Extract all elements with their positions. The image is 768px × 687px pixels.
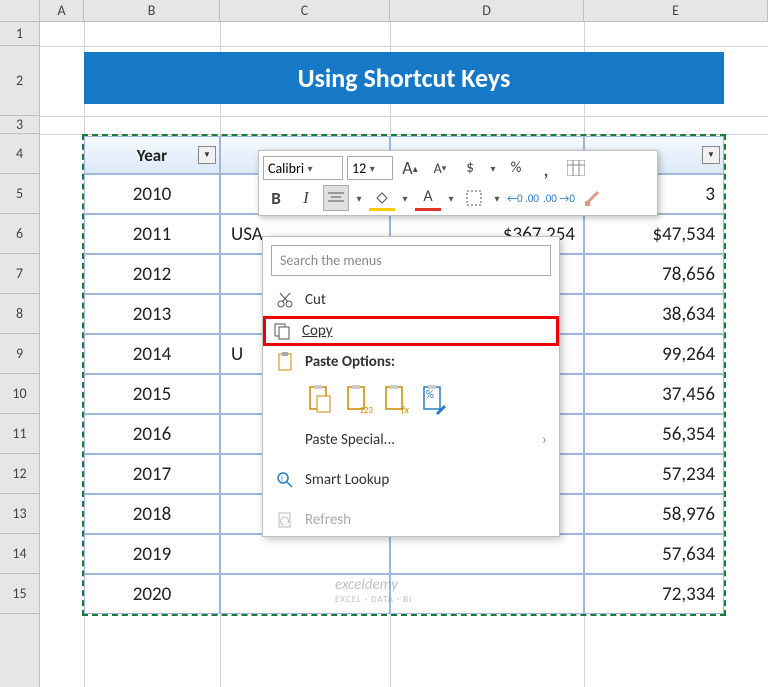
- select-all-corner[interactable]: [0, 0, 40, 21]
- align-icon: [328, 191, 344, 205]
- row-header-5[interactable]: 5: [0, 174, 39, 214]
- cell-e[interactable]: 57,234: [584, 454, 724, 494]
- watermark: exceldemy EXCEL · DATA · BI: [335, 576, 412, 605]
- cell-year[interactable]: 2013: [84, 294, 220, 334]
- paste-formulas-icon[interactable]: fx: [381, 382, 411, 416]
- menu-search-input[interactable]: Search the menus: [271, 245, 551, 276]
- row-header-15[interactable]: 15: [0, 574, 39, 614]
- cell-year[interactable]: 2018: [84, 494, 220, 534]
- format-painter-button[interactable]: [579, 185, 605, 211]
- row-header-13[interactable]: 13: [0, 494, 39, 534]
- paste-default-icon[interactable]: [305, 382, 335, 416]
- row-header-12[interactable]: 12: [0, 454, 39, 494]
- increase-font-icon[interactable]: A▴: [397, 155, 423, 181]
- menu-item-paste-special[interactable]: Paste Special... ›: [263, 424, 559, 456]
- menu-paste-options-label: Paste Options:: [263, 346, 559, 378]
- cell-e[interactable]: 72,334: [584, 574, 724, 614]
- increase-decimal-button[interactable]: ←0 .00: [507, 185, 539, 211]
- italic-button[interactable]: I: [293, 185, 319, 211]
- scissors-icon: [275, 290, 295, 310]
- percent-format-button[interactable]: %: [503, 155, 529, 181]
- row-header-8[interactable]: 8: [0, 294, 39, 334]
- decrease-decimal-button[interactable]: .00 →0: [543, 185, 575, 211]
- row-header-4[interactable]: 4: [0, 134, 39, 174]
- font-name-select[interactable]: Calibri▾: [263, 156, 343, 180]
- cell-year[interactable]: 2015: [84, 374, 220, 414]
- cell-year[interactable]: 2020: [84, 574, 220, 614]
- font-color-button[interactable]: A: [415, 185, 441, 211]
- menu-item-smart-lookup[interactable]: i Smart Lookup: [263, 464, 559, 496]
- cell-e[interactable]: 56,354: [584, 414, 724, 454]
- cell-e[interactable]: 38,634: [584, 294, 724, 334]
- row-header-10[interactable]: 10: [0, 374, 39, 414]
- row-header-14[interactable]: 14: [0, 534, 39, 574]
- bold-button[interactable]: B: [263, 185, 289, 211]
- cell-d[interactable]: [390, 534, 584, 574]
- row-headers: 1 2 3 4 5 6 7 8 9 10 11 12 13 14 15: [0, 22, 40, 687]
- paste-options-row: 123 fx %: [263, 378, 559, 424]
- decrease-font-icon[interactable]: A▾: [427, 155, 453, 181]
- cell-d[interactable]: [390, 574, 584, 614]
- font-size-select[interactable]: 12▾: [347, 156, 393, 180]
- cell-e[interactable]: 78,656: [584, 254, 724, 294]
- paste-formatting-icon[interactable]: %: [419, 382, 449, 416]
- row-header-1[interactable]: 1: [0, 22, 39, 46]
- cell-e[interactable]: 58,976: [584, 494, 724, 534]
- cell-c[interactable]: [220, 534, 390, 574]
- cell-year[interactable]: 2010: [84, 174, 220, 214]
- row-header-9[interactable]: 9: [0, 334, 39, 374]
- col-header-a[interactable]: A: [40, 0, 84, 21]
- search-icon: i: [275, 470, 295, 490]
- col-header-e[interactable]: E: [584, 0, 768, 21]
- paste-values-icon[interactable]: 123: [343, 382, 373, 416]
- table-format-icon: [567, 160, 585, 176]
- row-header-3[interactable]: 3: [0, 116, 39, 134]
- menu-item-refresh: Refresh: [263, 504, 559, 536]
- clipboard-icon: [275, 352, 295, 372]
- brush-icon: [583, 189, 601, 207]
- copy-icon: [272, 321, 292, 341]
- context-menu: Search the menus Cut Copy Paste Options:…: [262, 236, 560, 537]
- format-cells-icon[interactable]: [563, 155, 589, 181]
- column-headers: A B C D E: [0, 0, 768, 22]
- cell-year[interactable]: 2014: [84, 334, 220, 374]
- refresh-icon: [275, 510, 295, 530]
- align-center-button[interactable]: [323, 185, 349, 211]
- cell-e[interactable]: 57,634: [584, 534, 724, 574]
- table-row[interactable]: 2019 57,634: [84, 534, 724, 574]
- row-header-6[interactable]: 6: [0, 214, 39, 254]
- col-header-c[interactable]: C: [220, 0, 390, 21]
- menu-item-copy[interactable]: Copy: [263, 316, 559, 346]
- comma-format-button[interactable]: ,: [533, 155, 559, 181]
- borders-button[interactable]: [461, 185, 487, 211]
- cell-e[interactable]: $47,534: [584, 214, 724, 254]
- filter-dropdown-icon[interactable]: ▼: [702, 146, 720, 164]
- bucket-icon: [374, 190, 390, 204]
- cell-year[interactable]: 2016: [84, 414, 220, 454]
- cell-year[interactable]: 2011: [84, 214, 220, 254]
- cell-year[interactable]: 2017: [84, 454, 220, 494]
- submenu-arrow-icon: ›: [542, 431, 547, 449]
- col-header-b[interactable]: B: [84, 0, 220, 21]
- row-header-7[interactable]: 7: [0, 254, 39, 294]
- cell-e[interactable]: 99,264: [584, 334, 724, 374]
- filter-dropdown-icon[interactable]: ▼: [198, 146, 216, 164]
- mini-toolbar: Calibri▾ 12▾ A▴ A▾ $ ▾ % , B I ▾ ▾ A ▾ ▾…: [258, 150, 658, 216]
- cell-e[interactable]: 37,456: [584, 374, 724, 414]
- th-year[interactable]: Year ▼: [84, 136, 220, 174]
- menu-item-cut[interactable]: Cut: [263, 284, 559, 316]
- title-banner: Using Shortcut Keys: [84, 52, 724, 104]
- page-title: Using Shortcut Keys: [298, 62, 511, 94]
- border-icon: [466, 190, 482, 206]
- row-header-2[interactable]: 2: [0, 46, 39, 116]
- cell-year[interactable]: 2012: [84, 254, 220, 294]
- fill-color-button[interactable]: [369, 185, 395, 211]
- svg-text:i: i: [281, 474, 283, 484]
- row-header-11[interactable]: 11: [0, 414, 39, 454]
- col-header-d[interactable]: D: [390, 0, 584, 21]
- currency-format-button[interactable]: $: [457, 155, 483, 181]
- cell-year[interactable]: 2019: [84, 534, 220, 574]
